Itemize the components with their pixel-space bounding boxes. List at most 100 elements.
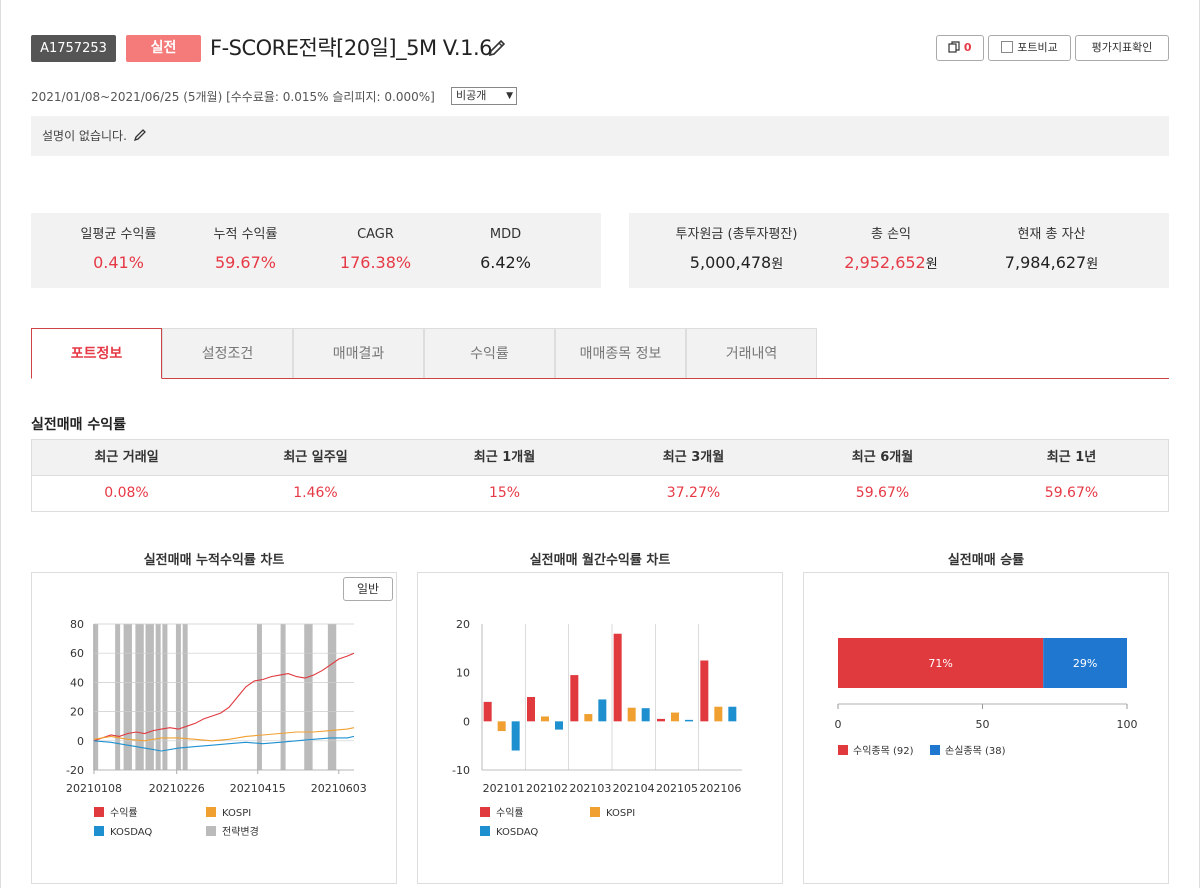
x-tick-label: 100 <box>1117 718 1138 731</box>
copy-count-button[interactable]: 0 <box>936 35 984 61</box>
chevron-down-icon: ▼ <box>506 91 513 101</box>
x-tick-label: 202101 <box>483 782 525 795</box>
strategy-title: F-SCORE전략[20일]_5M V.1.6 <box>210 36 493 60</box>
legend-swatch <box>480 807 490 817</box>
tab-stock-info[interactable]: 매매종목 정보 <box>555 328 686 378</box>
legend-label: KOSPI <box>606 808 635 819</box>
stat-unit: 원 <box>771 257 784 272</box>
stats-performance: 일평균 수익률 0.41% 누적 수익률 59.67% CAGR 176.38%… <box>31 213 601 288</box>
x-tick-label: 20210603 <box>311 782 367 795</box>
returns-table: 최근 거래일 최근 일주일 최근 1개월 최근 3개월 최근 6개월 최근 1년… <box>31 439 1169 512</box>
strategy-change-band <box>126 624 132 770</box>
legend-label: 수익률 <box>110 807 138 819</box>
description-box: 설명이 없습니다. <box>31 116 1169 156</box>
stat-unit: 원 <box>925 257 938 272</box>
bar-수익률-202106 <box>700 660 709 722</box>
y-tick-label: -10 <box>452 764 470 777</box>
bar-data-label: 71% <box>928 657 952 670</box>
stat-label: 총 손익 <box>870 227 911 242</box>
stat-value: 59.67% <box>214 253 276 272</box>
copy-count: 0 <box>963 41 972 54</box>
strategy-change-band <box>148 624 154 770</box>
bar-수익률-202102 <box>527 697 535 722</box>
mode-badge: 실전 <box>126 35 201 62</box>
bar-KOSDAQ-202103 <box>598 699 607 722</box>
edit-title-icon[interactable] <box>486 37 508 59</box>
strategy-change-band <box>155 624 161 770</box>
x-tick-label: 20210415 <box>230 782 286 795</box>
legend-label: 수익종목 (92) <box>853 745 914 757</box>
stat-value: 0.41% <box>93 253 144 272</box>
y-tick-label: 10 <box>456 667 470 680</box>
compare-checkbox[interactable] <box>1001 41 1014 53</box>
port-compare-button[interactable]: 포트비교 <box>988 35 1071 61</box>
tab-settings[interactable]: 설정조건 <box>162 328 293 378</box>
eval-metrics-button[interactable]: 평가지표확인 <box>1075 35 1169 61</box>
stat-total-pnl: 총 손익 2,952,652원 <box>816 213 966 275</box>
bar-KOSDAQ-202104 <box>641 708 650 722</box>
returns-header: 최근 1년 <box>1046 450 1097 465</box>
stat-label: 현재 총 자산 <box>1017 227 1086 242</box>
stat-label: MDD <box>489 227 522 242</box>
stat-label: 일평균 수익률 <box>80 227 157 242</box>
tab-bar: 포트정보 설정조건 매매결과 수익률 매매종목 정보 거래내역 <box>31 328 1169 379</box>
bar-KOSPI-202105 <box>671 712 679 722</box>
strategy-change-band <box>307 624 313 770</box>
tab-trade-results[interactable]: 매매결과 <box>293 328 424 378</box>
returns-header: 최근 3개월 <box>662 450 725 465</box>
y-tick-label: -20 <box>66 764 84 777</box>
strategy-id-badge: A1757253 <box>31 35 116 62</box>
legend-swatch <box>94 826 104 836</box>
stat-value: 5,000,478 <box>689 253 772 272</box>
bar-data-label: 29% <box>1073 657 1097 670</box>
legend-label: KOSPI <box>222 808 251 819</box>
y-tick-label: 0 <box>463 715 470 728</box>
returns-value: 59.67% <box>1044 485 1099 501</box>
bar-KOSPI-202104 <box>627 707 636 722</box>
monthly-chart: -10 0 10 20 202101 202102 202103 202104 202105 20… <box>452 618 742 838</box>
stat-value: 6.42% <box>480 253 531 272</box>
legend-swatch <box>930 745 940 755</box>
bar-수익률-202103 <box>570 675 579 722</box>
x-tick-label: 202104 <box>613 782 655 795</box>
returns-value: 0.08% <box>104 485 149 501</box>
series-line-수익률 <box>93 652 355 742</box>
legend-label: 전략변경 <box>222 825 259 838</box>
returns-value: 37.27% <box>666 485 721 501</box>
bar-KOSDAQ-202105 <box>685 719 693 722</box>
x-tick-label: 20210108 <box>66 782 122 795</box>
bar-수익률-202105 <box>657 718 665 722</box>
tab-returns[interactable]: 수익률 <box>424 328 555 378</box>
section-title: 실전매매 수익률 <box>31 417 127 433</box>
legend-label: 수익률 <box>496 807 524 819</box>
stat-total-assets: 현재 총 자산 7,984,627원 <box>969 213 1134 275</box>
edit-description-icon[interactable] <box>133 128 147 142</box>
bar-KOSPI-202103 <box>584 714 593 722</box>
returns-header: 최근 거래일 <box>94 450 159 465</box>
strategy-change-band <box>162 624 168 770</box>
period-meta: 2021/01/08~2021/06/25 (5개월) [수수료율: 0.015… <box>31 90 435 104</box>
legend-swatch <box>838 745 848 755</box>
bar-KOSPI-202106 <box>714 706 723 722</box>
tab-port-info[interactable]: 포트정보 <box>31 328 162 379</box>
stat-daily-avg: 일평균 수익률 0.41% <box>61 213 176 273</box>
bar-KOSDAQ-202102 <box>555 721 563 730</box>
legend-swatch <box>94 807 104 817</box>
winrate-chart-title: 실전매매 승률 <box>947 553 1025 568</box>
returns-value: 15% <box>488 485 521 501</box>
visibility-value: 비공개 <box>456 89 487 102</box>
stat-mdd: MDD 6.42% <box>448 213 563 273</box>
y-tick-label: 20 <box>456 618 470 631</box>
stat-unit: 원 <box>1086 257 1099 272</box>
bar-KOSPI-202101 <box>497 721 506 732</box>
legend-label: KOSDAQ <box>110 827 152 838</box>
winrate-chart: 71% 29% 0 50 100 수익종목 (92) 손실종목 (38) <box>835 638 1138 757</box>
returns-header: 최근 6개월 <box>851 450 914 465</box>
x-tick-label: 202102 <box>526 782 568 795</box>
strategy-change-band <box>115 624 121 770</box>
returns-value: 1.46% <box>293 485 338 501</box>
visibility-select[interactable]: 비공개 ▼ <box>451 87 517 105</box>
returns-header-row: 최근 거래일 최근 일주일 최근 1개월 최근 3개월 최근 6개월 최근 1년 <box>32 440 1168 476</box>
tab-trade-history[interactable]: 거래내역 <box>686 328 817 378</box>
bar-KOSDAQ-202101 <box>511 721 520 751</box>
